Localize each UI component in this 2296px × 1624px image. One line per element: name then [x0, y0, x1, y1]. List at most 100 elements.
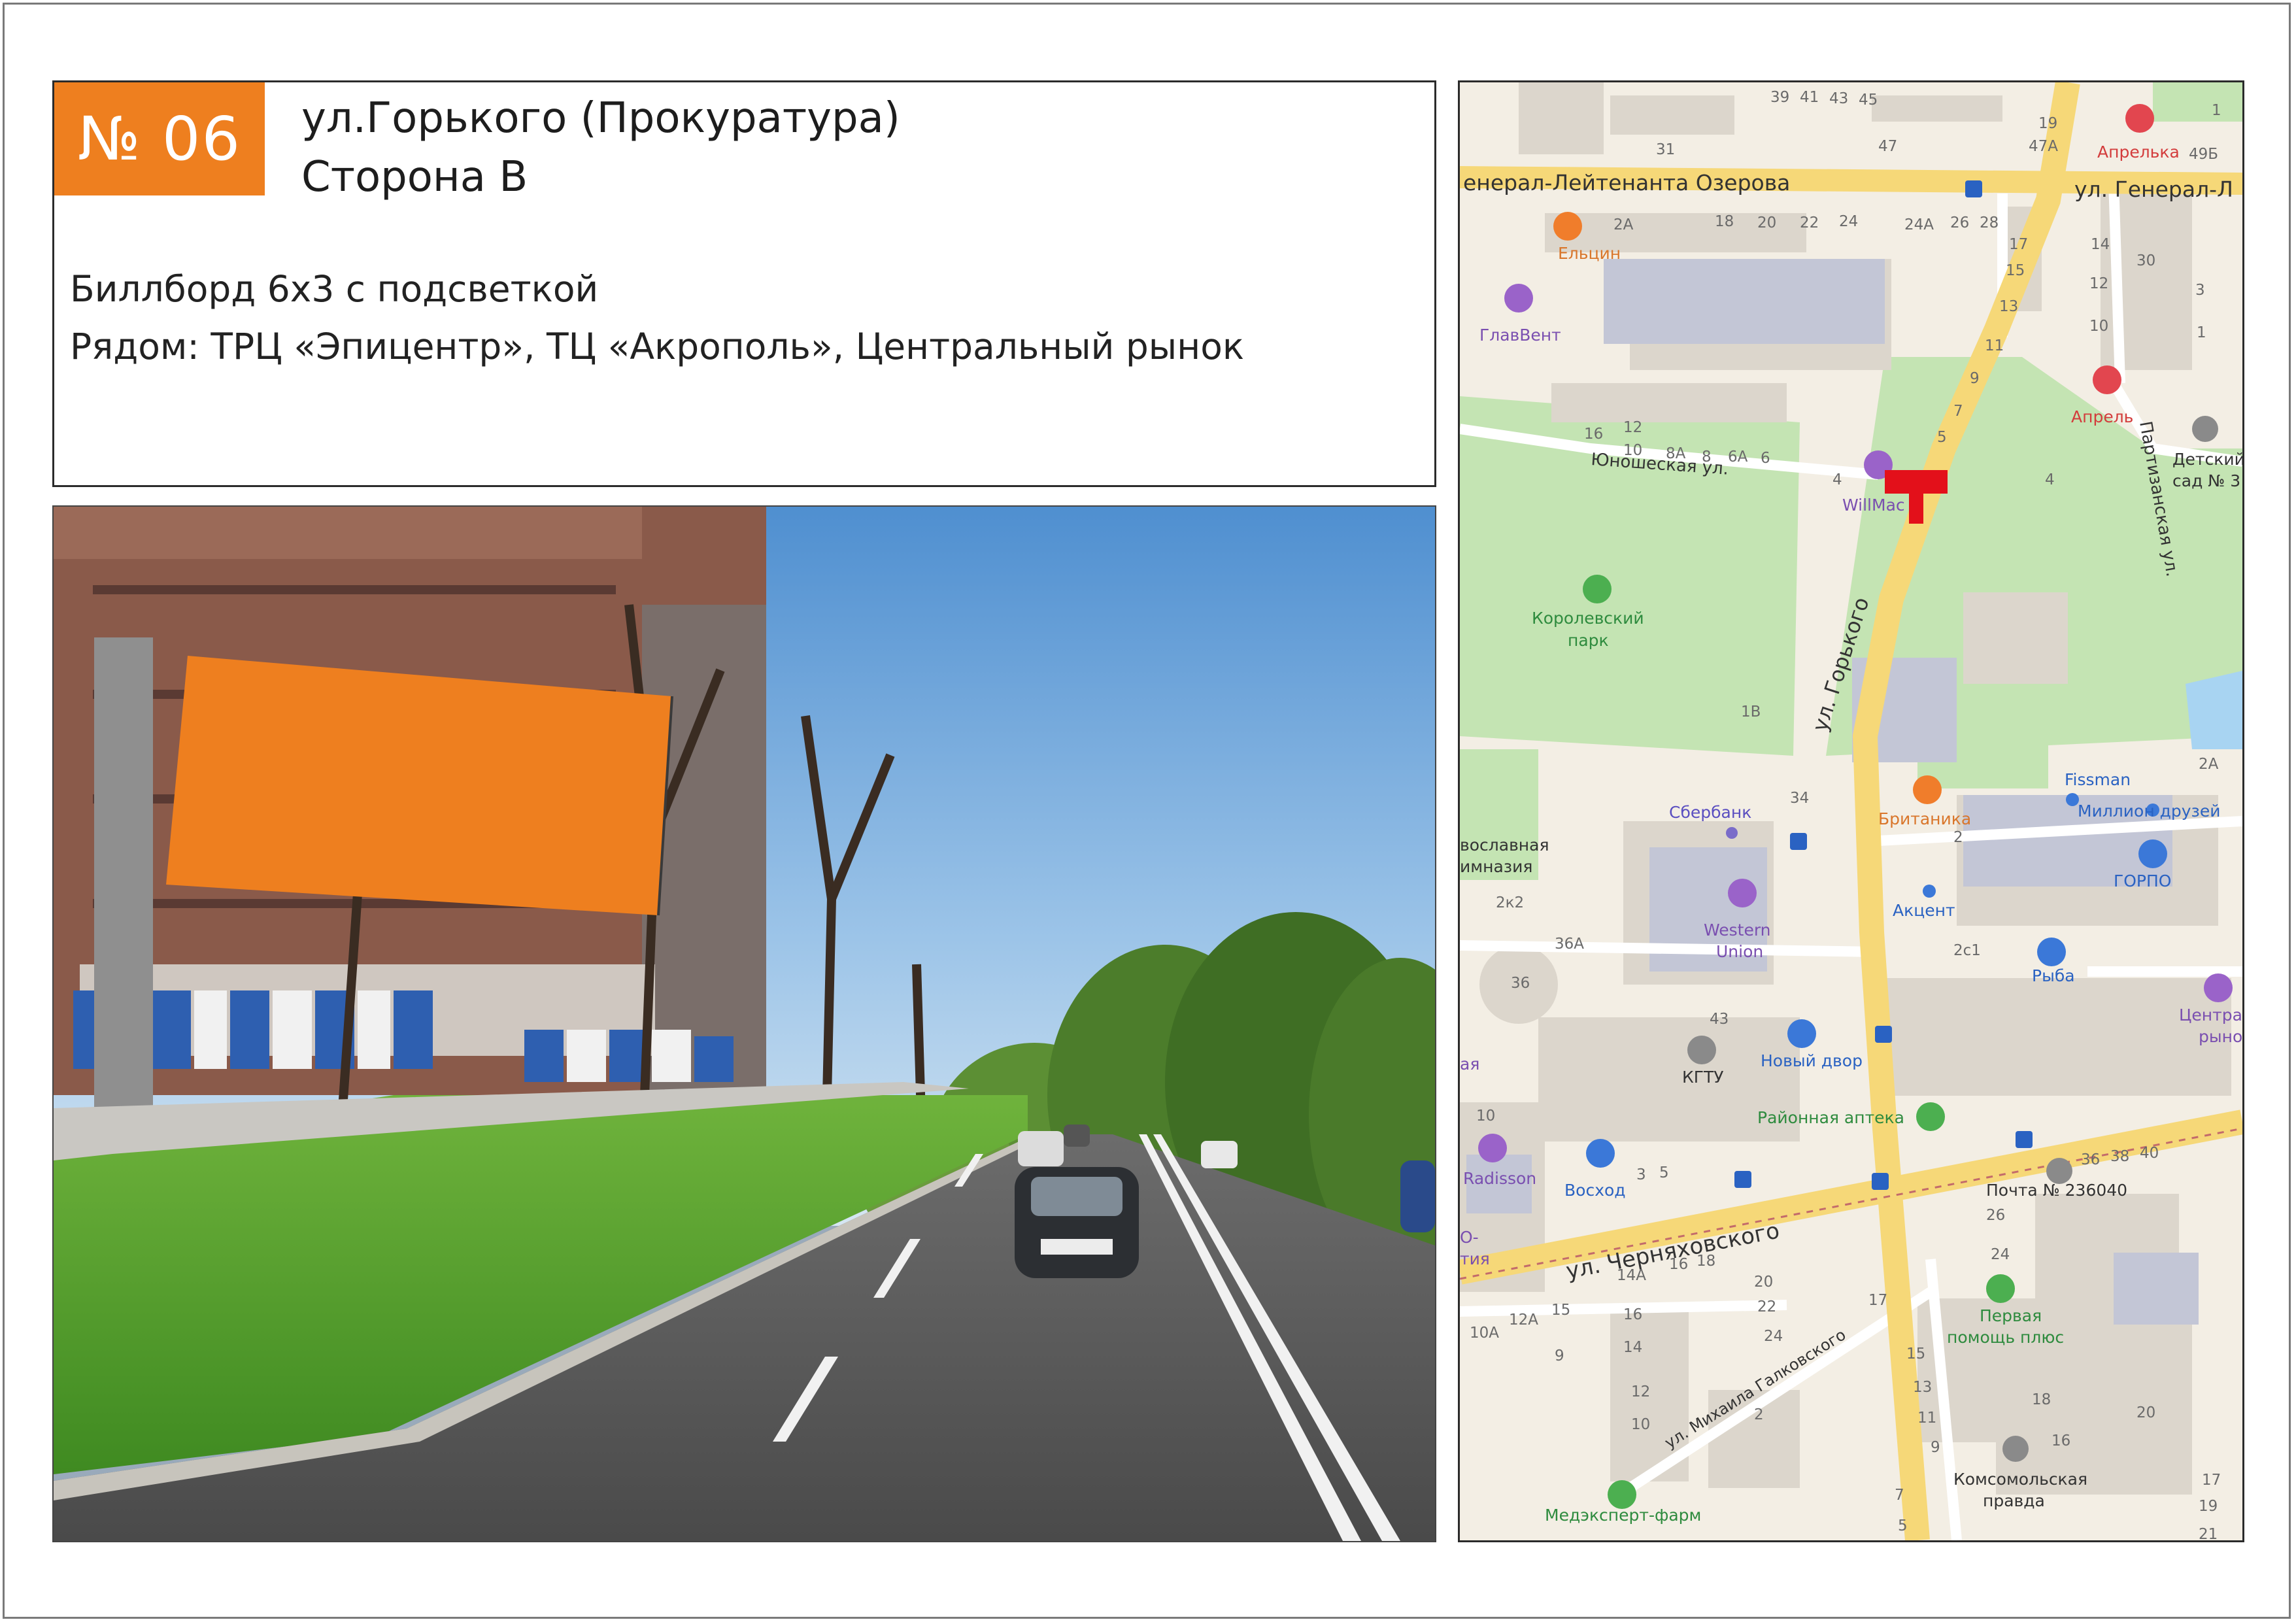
house-number: 1 — [2212, 102, 2221, 119]
house-number: 9 — [1970, 370, 1980, 387]
label-rayonnaya: Районная аптека — [1757, 1108, 1904, 1127]
house-number: 18 — [1697, 1253, 1715, 1270]
label-pochta: Почта № 236040 — [1986, 1181, 2127, 1200]
label-gorpo: ГОРПО — [2114, 871, 2171, 890]
house-number: 17 — [2009, 236, 2028, 253]
house-number: 11 — [1917, 1410, 1936, 1427]
house-number: 5 — [1659, 1164, 1669, 1181]
house-number: 16 — [2051, 1432, 2070, 1449]
house-number: 15 — [1906, 1345, 1925, 1362]
house-number: 30 — [2136, 252, 2155, 269]
house-number: 19 — [2199, 1498, 2218, 1515]
label-pervaya-1: Первая — [1980, 1306, 2042, 1325]
house-number: 14 — [1623, 1339, 1642, 1356]
house-number: 22 — [1757, 1298, 1776, 1315]
restaurant-icon — [1913, 775, 1942, 804]
house-number: 22 — [1800, 214, 1819, 231]
side-label: Сторона В — [301, 153, 528, 201]
street-ozerova-right: ул. Генерал-Л — [2074, 177, 2233, 202]
house-number: 24 — [1991, 1246, 2010, 1263]
label-kgtu: КГТУ — [1682, 1068, 1724, 1087]
pharmacy-icon — [2093, 365, 2121, 394]
house-number: 19 — [2038, 115, 2057, 132]
house-number: 38 — [2110, 1148, 2129, 1165]
house-number: 39 — [1770, 89, 1789, 106]
store-icon — [1586, 1139, 1615, 1168]
hotel-icon — [1478, 1134, 1507, 1162]
house-number: 13 — [1999, 298, 2018, 315]
house-number: 24 — [1839, 213, 1858, 230]
label-million: Миллион друзей — [2078, 802, 2220, 820]
house-number: 7 — [1895, 1487, 1904, 1504]
label-glavvent: ГлавВент — [1479, 326, 1561, 345]
house-number: 13 — [1913, 1379, 1932, 1396]
house-number: 28 — [1980, 214, 1999, 231]
house-number: 6А — [1728, 448, 1748, 465]
label-aprel: Апрель — [2071, 407, 2133, 426]
house-number: 6 — [1761, 450, 1770, 467]
house-number: 21 — [2199, 1526, 2218, 1540]
house-number: 10 — [1631, 1416, 1650, 1433]
house-number: 26 — [1950, 214, 1969, 231]
house-number: 2А — [1613, 216, 1634, 233]
label-willmac: WillMac — [1842, 496, 1905, 515]
house-number: 1В — [1741, 703, 1761, 720]
label-western-2: Union — [1716, 942, 1763, 961]
house-number: 9 — [1931, 1439, 1940, 1456]
house-number: 18 — [1715, 213, 1734, 230]
house-number: 17 — [1868, 1292, 1887, 1309]
house-number: 20 — [1754, 1274, 1773, 1291]
label-aprelka: Апрелька — [2097, 143, 2180, 161]
house-number: 9 — [1555, 1347, 1564, 1364]
label-edge-o: О- — [1460, 1228, 1479, 1247]
location-map: енерал-Лейтенанта Озерова ул. Генерал-Л … — [1458, 80, 2244, 1542]
store-icon — [1923, 885, 1936, 898]
house-number: 3 — [2195, 282, 2205, 299]
label-voskhod: Восход — [1564, 1181, 1626, 1200]
house-number: 10 — [1623, 442, 1642, 459]
street-photo — [52, 505, 1436, 1542]
kindergarten-icon — [2192, 416, 2218, 442]
nearby-places: Рядом: ТРЦ «Эпицентр», ТЦ «Акрополь», Це… — [70, 326, 1245, 367]
house-number: 2к2 — [1496, 894, 1524, 911]
label-ryba: Рыба — [2032, 966, 2075, 985]
house-number: 8А — [1666, 445, 1686, 462]
label-pravoslav-1: вославная — [1460, 836, 1549, 854]
house-number: 36А — [1555, 936, 1584, 953]
house-number: 47А — [2029, 138, 2058, 155]
house-number: 12А — [1509, 1311, 1538, 1328]
house-number: 47 — [1878, 138, 1897, 155]
house-number: 36 — [2081, 1151, 2100, 1168]
shop-icon — [1728, 879, 1757, 907]
pharmacy-icon — [1986, 1274, 2015, 1303]
street-scene — [54, 507, 1435, 1541]
label-radisson: Radisson — [1463, 1169, 1536, 1188]
number-badge: № 06 — [54, 82, 265, 195]
label-detsky-2: сад № 3 — [2172, 471, 2240, 490]
label-detsky: Детский — [2172, 450, 2242, 469]
newspaper-icon — [2002, 1436, 2029, 1462]
house-number: 7 — [1953, 403, 1963, 420]
label-komsomol-2: правда — [1983, 1491, 2045, 1510]
post-icon — [2046, 1158, 2072, 1184]
house-number: 15 — [2006, 262, 2025, 279]
university-icon — [1687, 1036, 1716, 1064]
label-pervaya-2: помощь плюс — [1947, 1328, 2064, 1347]
store-icon — [2066, 793, 2079, 806]
label-edge-ya: ая — [1460, 1055, 1479, 1074]
bank-icon — [1726, 827, 1738, 839]
label-sberbank: Сбербанк — [1669, 803, 1751, 822]
pharmacy-icon — [2125, 104, 2154, 133]
house-number: 2 — [1754, 1406, 1764, 1423]
market-icon — [2204, 973, 2233, 1002]
store-icon — [2138, 839, 2167, 868]
house-number: 4 — [1832, 471, 1842, 488]
label-britanika: Британика — [1878, 809, 1971, 828]
label-korol-1: Королевский — [1532, 609, 1644, 628]
house-number: 18 — [2032, 1391, 2051, 1408]
pharmacy-icon — [1916, 1102, 1945, 1131]
label-pravoslav-2: имназия — [1460, 857, 1532, 876]
store-icon — [1787, 1019, 1816, 1048]
market-icon — [2037, 938, 2066, 966]
info-card: № 06 ул.Горького (Прокуратура) Сторона В… — [52, 80, 1436, 487]
